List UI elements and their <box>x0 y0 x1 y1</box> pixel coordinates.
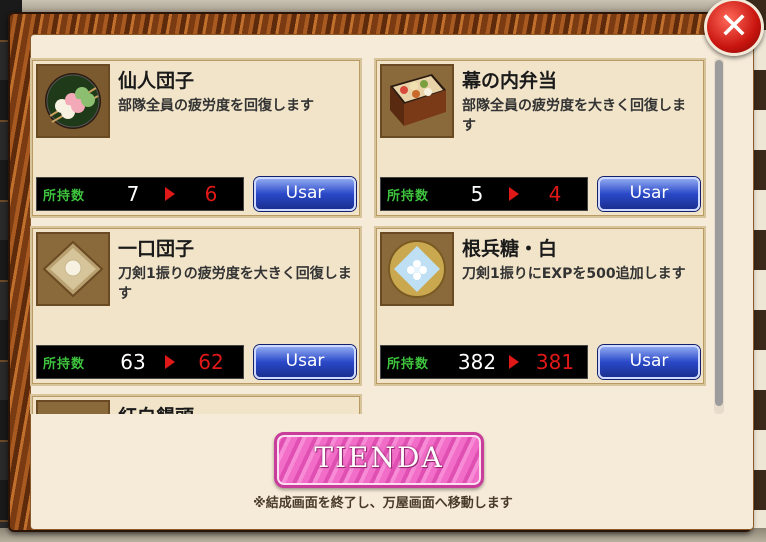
item-name: 一口団子 <box>118 238 195 260</box>
count-label: 所持数 <box>387 189 430 204</box>
count-current: 5 <box>470 182 484 206</box>
arrow-right-icon <box>165 187 175 201</box>
item-card: 一口団子 刀剣1振りの疲労度を大きく回復します 所持数 63 62 Usar <box>30 226 362 386</box>
count-label: 所持数 <box>43 357 86 372</box>
item-count-box: 所持数 63 62 <box>36 345 244 379</box>
use-button[interactable]: Usar <box>254 177 356 211</box>
item-description: 刀剣1振りの疲労度を大きく回復します <box>118 266 352 302</box>
item-description: 部隊全員の疲労度を大きく回復します <box>462 98 686 134</box>
count-current: 7 <box>126 182 140 206</box>
item-count-box: 所持数 7 6 <box>36 177 244 211</box>
count-after: 62 <box>198 350 224 374</box>
manju-icon <box>36 400 110 414</box>
shop-note: ※結成画面を終了し、万屋画面へ移動します <box>253 496 513 511</box>
count-after: 381 <box>535 350 575 374</box>
scrollbar-thumb[interactable] <box>715 60 723 406</box>
item-list[interactable]: 仙人団子 部隊全員の疲労度を回復します 所持数 7 6 Usar 幕の内弁当 部… <box>30 58 720 414</box>
arrow-right-icon <box>509 187 519 201</box>
use-button[interactable]: Usar <box>598 345 700 379</box>
item-card: 仙人団子 部隊全員の疲労度を回復します 所持数 7 6 Usar <box>30 58 362 218</box>
item-card: 紅白饅頭 <box>30 394 362 414</box>
konpeito-icon <box>380 232 454 306</box>
count-label: 所持数 <box>387 357 430 372</box>
item-name: 根兵糖・白 <box>462 238 558 260</box>
count-current: 382 <box>457 350 497 374</box>
count-current: 63 <box>120 350 146 374</box>
use-button[interactable]: Usar <box>598 177 700 211</box>
item-name: 幕の内弁当 <box>462 70 558 92</box>
use-button[interactable]: Usar <box>254 345 356 379</box>
list-scrollbar[interactable] <box>714 58 724 414</box>
shop-button[interactable]: TIENDA <box>274 432 484 488</box>
item-description: 刀剣1振りにEXPを500追加します <box>462 266 686 282</box>
item-name: 紅白饅頭 <box>118 402 194 414</box>
item-count-box: 所持数 5 4 <box>380 177 588 211</box>
single-dango-icon <box>36 232 110 306</box>
arrow-right-icon <box>165 355 175 369</box>
item-card: 根兵糖・白 刀剣1振りにEXPを500追加します 所持数 382 381 Usa… <box>374 226 706 386</box>
arrow-right-icon <box>509 355 519 369</box>
count-after: 6 <box>204 182 218 206</box>
bento-icon <box>380 64 454 138</box>
dango-icon <box>36 64 110 138</box>
item-name: 仙人団子 <box>118 70 195 92</box>
close-button[interactable]: ✕ <box>704 0 764 56</box>
item-card: 幕の内弁当 部隊全員の疲労度を大きく回復します 所持数 5 4 Usar <box>374 58 706 218</box>
count-label: 所持数 <box>43 189 86 204</box>
count-after: 4 <box>548 182 562 206</box>
close-icon: ✕ <box>704 0 764 56</box>
item-description: 部隊全員の疲労度を回復します <box>118 98 314 114</box>
item-count-box: 所持数 382 381 <box>380 345 588 379</box>
background-top-strip <box>0 0 766 12</box>
